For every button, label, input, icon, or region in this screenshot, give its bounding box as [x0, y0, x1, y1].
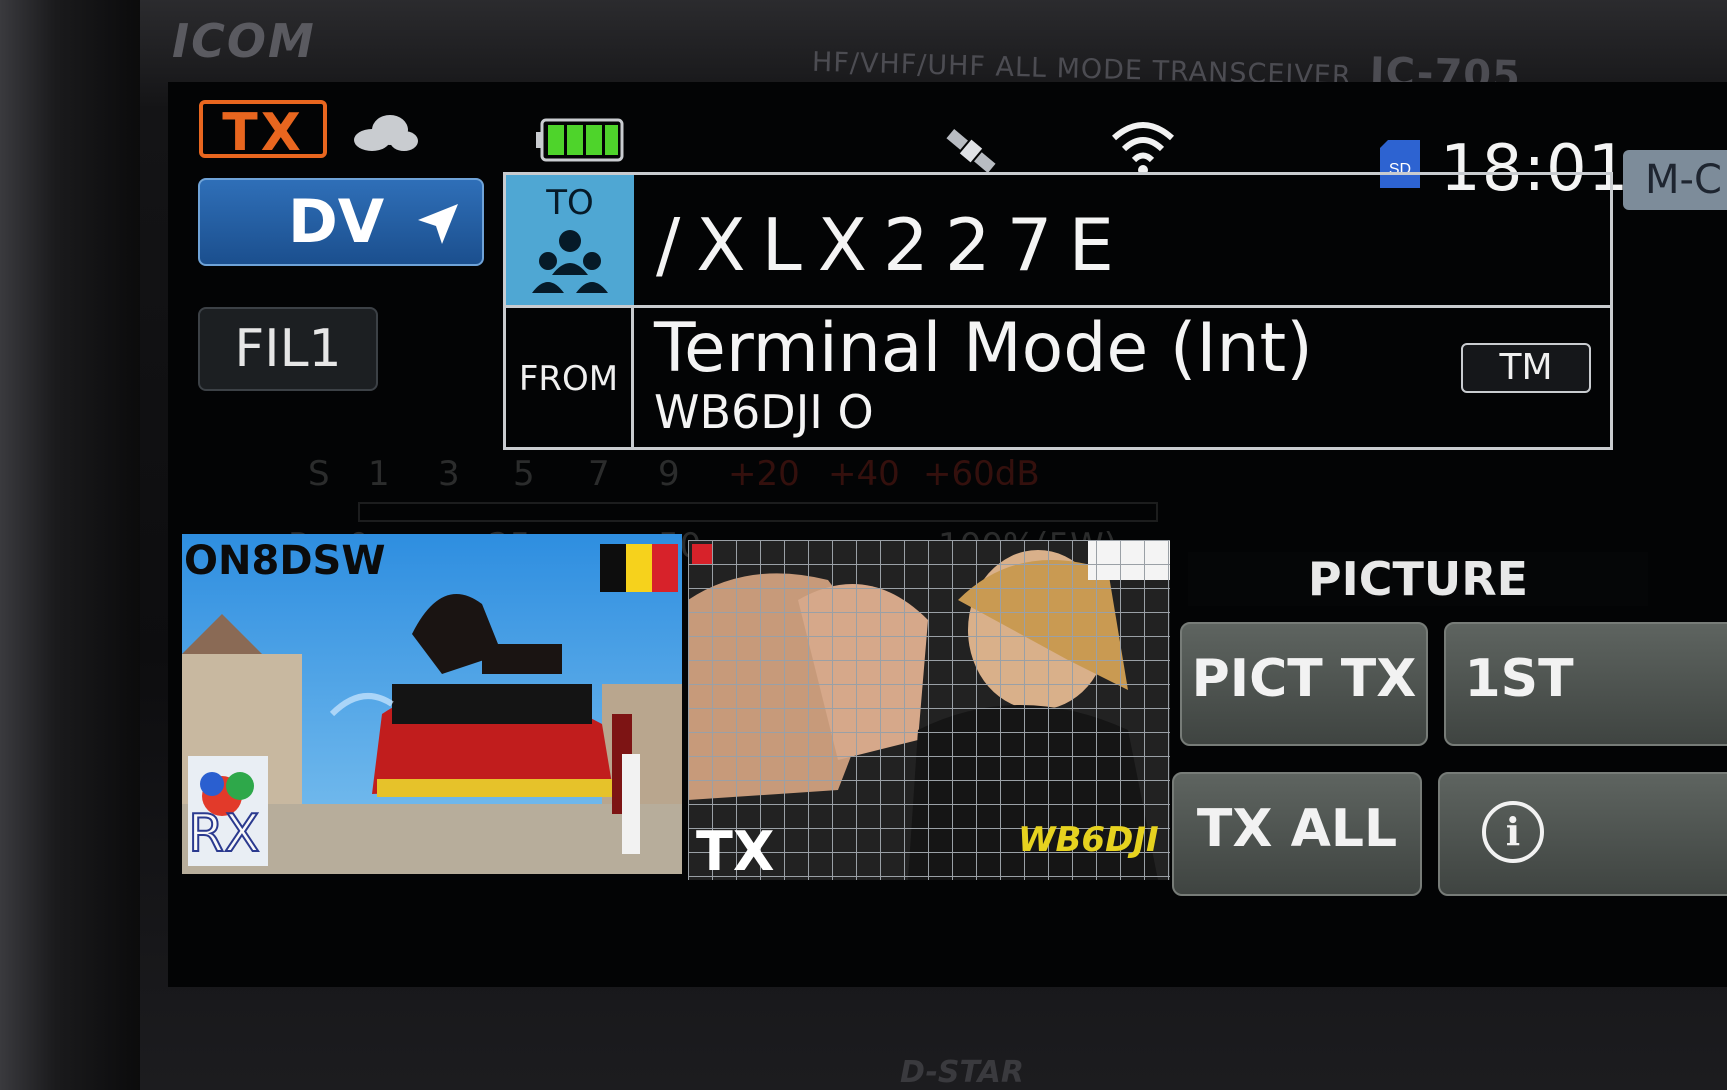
brand-logo: ICOM — [172, 14, 316, 68]
filter-button[interactable]: FIL1 — [198, 307, 378, 391]
rx-callsign: ON8DSW — [184, 538, 386, 584]
tx-tag: TX — [696, 820, 775, 880]
s-tick: 3 — [438, 454, 460, 494]
rx-picture[interactable]: ON8DSW RX — [182, 534, 682, 874]
dstar-logo: D-STAR — [900, 1055, 1024, 1090]
to-label: TO — [546, 183, 594, 223]
tx-picture[interactable]: TX WB6DJI — [688, 540, 1170, 880]
picture-menu-title: PICTURE — [1188, 552, 1648, 606]
battery-icon — [536, 118, 624, 162]
mode-dv-button[interactable]: DV — [198, 178, 484, 266]
group-icon — [532, 230, 608, 293]
from-callsign: WB6DJI O — [654, 385, 874, 439]
info-icon: i — [1482, 801, 1544, 863]
from-name: Terminal Mode (Int) — [654, 309, 1313, 388]
from-label[interactable]: FROM — [506, 308, 634, 450]
tm-button[interactable]: TM — [1461, 343, 1591, 393]
mode-label: DV — [288, 187, 385, 257]
to-selector[interactable]: TO — [506, 175, 634, 305]
s-tick: 5 — [513, 454, 535, 494]
tx-callsign: WB6DJI — [1018, 820, 1159, 860]
tx-all-button[interactable]: TX ALL — [1172, 772, 1422, 896]
db-tick: +40 — [828, 454, 900, 494]
db-tick: +20 — [728, 454, 800, 494]
info-button[interactable]: i — [1438, 772, 1727, 896]
s-label: S — [308, 454, 330, 494]
pict-tx-button[interactable]: PICT TX — [1180, 622, 1428, 746]
tx-status-badge: TX — [199, 100, 327, 162]
display-screen: TX SD 18:01 M-C DV FIL1 TO /XLX227E FROM… — [168, 82, 1727, 987]
to-destination[interactable]: /XLX227E — [656, 203, 1130, 287]
first-button[interactable]: 1ST — [1444, 622, 1727, 746]
route-panel: TO /XLX227E FROM Terminal Mode (Int) WB6… — [503, 172, 1613, 450]
panel-divider — [506, 305, 1610, 308]
s-tick: 7 — [588, 454, 610, 494]
s-tick: 9 — [658, 454, 680, 494]
s-tick: 1 — [368, 454, 390, 494]
bezel-edge — [0, 0, 140, 1090]
cloud-icon — [354, 115, 418, 151]
meter-bar — [358, 502, 1158, 522]
rx-tag: RX — [187, 803, 261, 865]
memory-mode-tag[interactable]: M-C — [1623, 150, 1727, 210]
db-tick: +60dB — [923, 454, 1040, 494]
gps-arrow-icon — [418, 204, 458, 244]
wifi-icon — [1111, 122, 1175, 175]
